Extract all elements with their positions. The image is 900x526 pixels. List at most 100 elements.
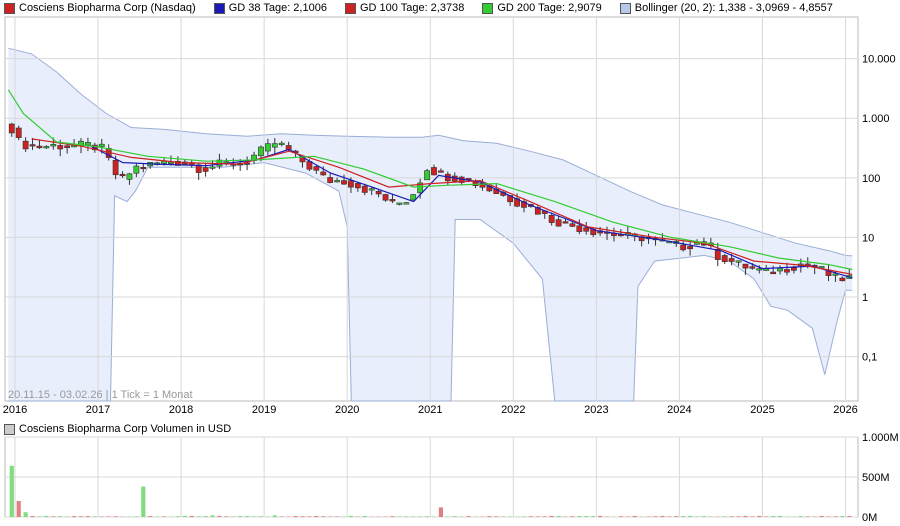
volume-y-tick-label: 500M <box>862 472 890 484</box>
volume-y-tick-label: 0M <box>862 512 877 524</box>
volume-bar <box>314 515 319 517</box>
volume-bar <box>667 516 672 517</box>
volume-bar <box>44 515 49 517</box>
volume-bar <box>390 516 395 517</box>
candle-body <box>410 194 417 201</box>
volume-bar <box>293 516 298 517</box>
volume-bar <box>113 516 118 517</box>
candle-body <box>119 173 126 177</box>
price-x-tick-label: 2021 <box>418 404 442 416</box>
candle-body <box>15 127 22 138</box>
volume-bar <box>404 516 409 517</box>
volume-bar <box>660 515 665 517</box>
volume-bar <box>92 516 97 517</box>
candle-body <box>770 271 777 275</box>
candle-body <box>389 199 396 202</box>
volume-bar <box>65 516 70 517</box>
candle-body <box>264 143 271 152</box>
volume-bar <box>688 515 693 517</box>
candle-body <box>742 263 749 269</box>
volume-bar <box>397 516 402 517</box>
volume-bar <box>58 516 63 517</box>
volume-bar <box>729 516 734 517</box>
candle-body <box>43 146 50 149</box>
volume-bar <box>245 516 250 517</box>
candle-body <box>548 214 555 223</box>
candle-body <box>85 142 91 146</box>
volume-bar <box>556 516 561 517</box>
volume-bar <box>466 516 471 517</box>
volume-bar <box>598 515 603 517</box>
price-x-tick-label: 2024 <box>667 404 691 416</box>
volume-bar <box>189 515 194 517</box>
candle-body <box>202 167 209 172</box>
volume-bar <box>23 512 28 517</box>
volume-bar <box>78 516 84 517</box>
volume-bar <box>805 516 810 517</box>
candle-body <box>680 244 687 251</box>
candle-body <box>784 269 790 273</box>
candle-body <box>36 145 43 149</box>
volume-bar <box>272 515 277 517</box>
candle-body <box>583 227 590 232</box>
volume-bar <box>210 515 215 517</box>
volume-bar <box>736 516 741 517</box>
price-y-tick-label: 1.000 <box>862 113 890 125</box>
price-x-tick-label: 2017 <box>86 404 110 416</box>
volume-bar <box>258 516 264 517</box>
candle-body <box>839 277 846 282</box>
volume-bar <box>722 516 727 517</box>
volume-bar <box>348 515 354 517</box>
volume-bar <box>251 516 257 517</box>
volume-bar <box>85 516 90 517</box>
candle-body <box>57 145 64 150</box>
volume-bar <box>577 516 582 517</box>
volume-bar <box>750 516 755 517</box>
candle-body <box>361 185 368 193</box>
price-x-tick-label: 2020 <box>335 404 359 416</box>
volume-bar <box>203 516 208 517</box>
candle-body <box>140 166 147 170</box>
volume-bar <box>452 516 457 517</box>
volume-bar <box>411 516 416 517</box>
candle-body <box>396 202 403 205</box>
volume-bar <box>161 516 167 517</box>
candle-body <box>728 258 735 262</box>
volume-bar <box>196 516 201 517</box>
candle-body <box>8 123 15 134</box>
candle-body <box>721 255 728 262</box>
volume-bar <box>840 516 845 517</box>
volume-bar <box>155 516 160 517</box>
volume-bar <box>584 516 589 517</box>
volume-bar <box>30 516 35 517</box>
candle-body <box>348 180 354 188</box>
volume-bar <box>681 516 686 517</box>
candle-body <box>126 173 133 180</box>
candle-body <box>354 183 361 189</box>
volume-bar <box>528 516 533 517</box>
volume-bar <box>335 516 340 517</box>
volume-bar <box>217 515 222 517</box>
volume-bar <box>757 515 762 517</box>
candle-body <box>431 167 437 176</box>
volume-bar <box>362 516 367 517</box>
candle-body <box>438 170 444 173</box>
volume-bar <box>148 516 153 517</box>
volume-bar <box>321 516 326 517</box>
volume-bar <box>307 516 312 517</box>
volume-bar <box>549 515 554 517</box>
volume-bar <box>106 516 111 517</box>
volume-y-tick-label: 1.000M <box>862 432 899 444</box>
volume-bar <box>134 516 139 517</box>
volume-bar <box>9 465 14 517</box>
volume-bar <box>494 516 499 517</box>
price-y-tick-label: 1 <box>862 292 868 304</box>
candle-body <box>777 267 783 272</box>
volume-bar <box>182 515 187 517</box>
volume-bar <box>771 516 776 517</box>
volume-bar <box>238 516 243 517</box>
candle-body <box>569 223 576 227</box>
candle-body <box>271 143 278 148</box>
candle-body <box>327 177 334 183</box>
volume-bar <box>279 516 284 517</box>
